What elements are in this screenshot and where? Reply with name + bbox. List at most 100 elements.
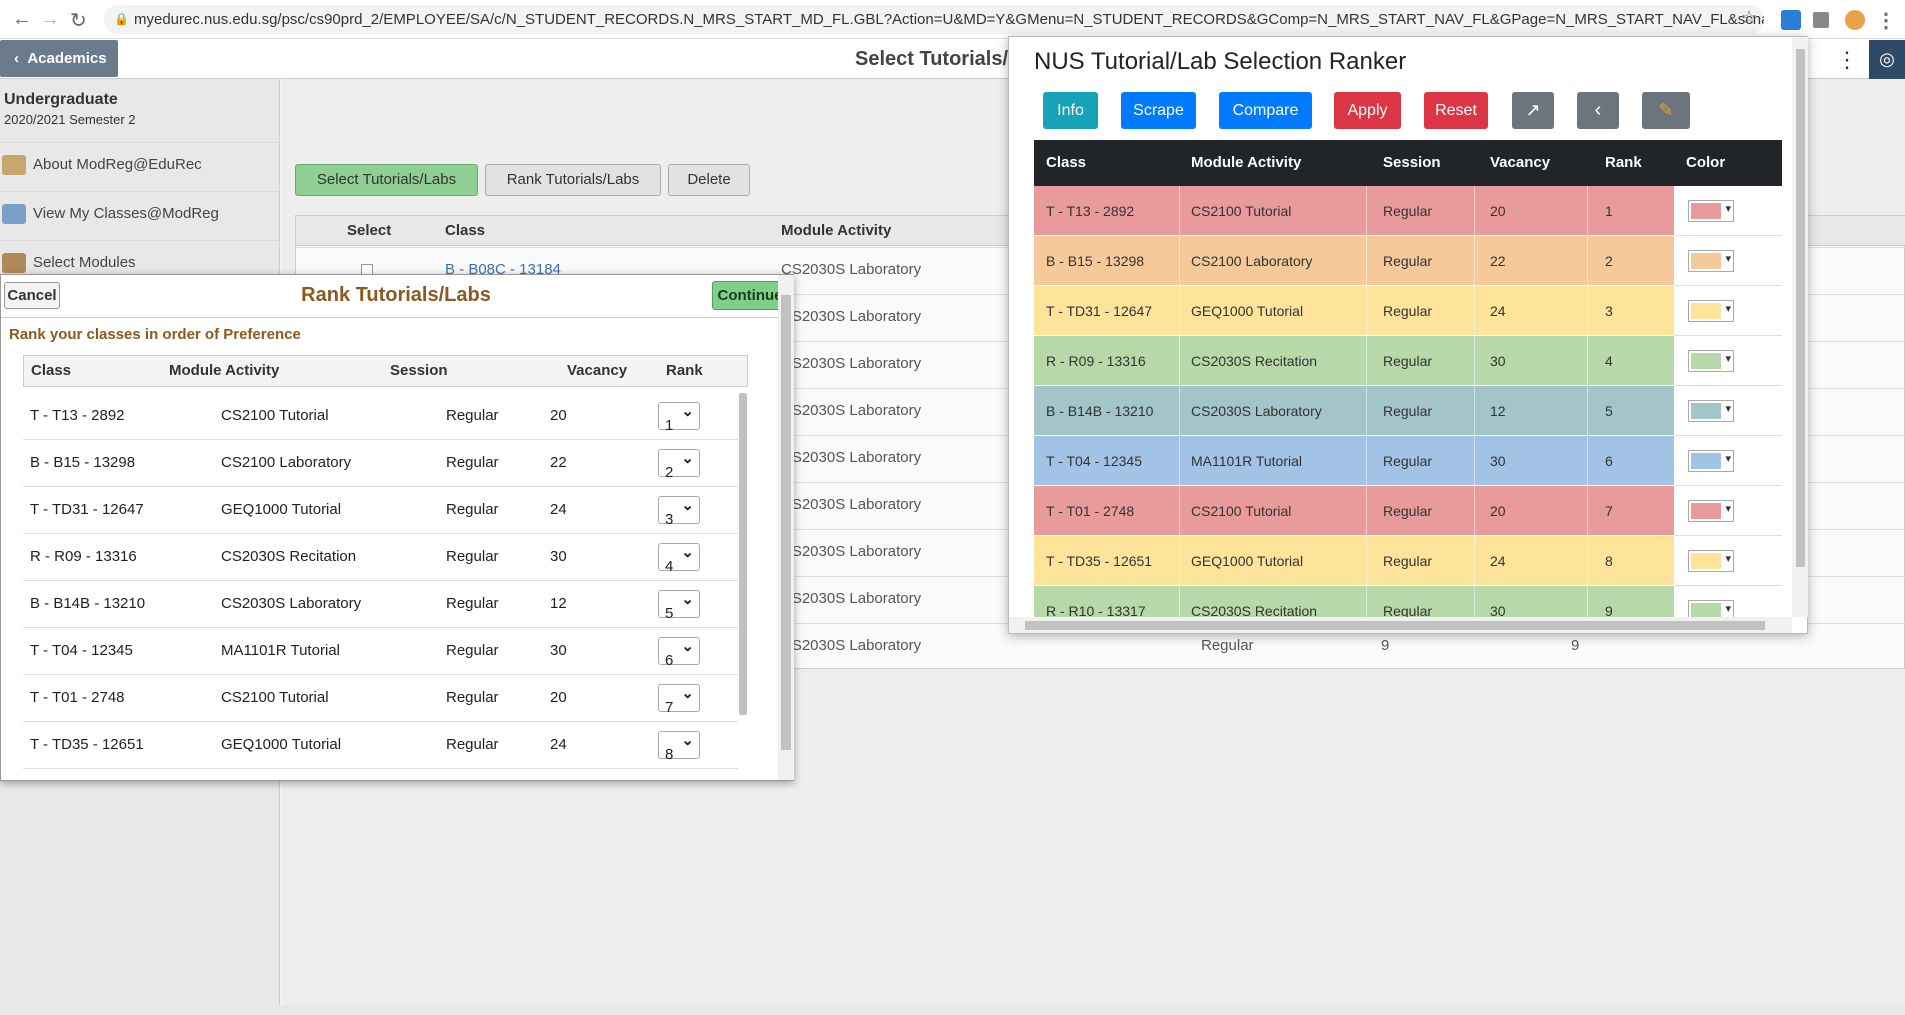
vacancy-cell: 22 [1490, 253, 1506, 269]
cell-divider [1587, 186, 1588, 236]
ranker-table-row[interactable]: T - TD31 - 12647 GEQ1000 Tutorial Regular 2… [1034, 286, 1782, 336]
rank-cell: 5 [1605, 403, 1613, 419]
bookmark-star-icon[interactable]: ☆ [1741, 7, 1757, 28]
column-header-class: Class [1046, 154, 1087, 171]
color-picker[interactable]: ▾ [1688, 350, 1734, 372]
color-picker[interactable]: ▾ [1688, 550, 1734, 572]
ranker-table-row[interactable]: R - R09 - 13316 CS2030S Recitation Regular… [1034, 336, 1782, 386]
reset-button[interactable]: Reset [1424, 92, 1488, 129]
session-cell: Regular [1383, 353, 1433, 369]
cell-divider [1179, 436, 1180, 486]
sidebar-item-view-classes[interactable]: View My Classes@ModReg [0, 191, 280, 235]
rank-select[interactable]: 2 [658, 446, 700, 481]
sidebar-item-about[interactable]: About ModReg@EduRec [0, 142, 280, 186]
cell-divider [1474, 336, 1475, 386]
color-swatch [1691, 353, 1721, 369]
scrollbar-thumb[interactable] [1025, 621, 1765, 630]
ranker-table-row[interactable]: T - T04 - 12345 MA1101R Tutorial Regular 30… [1034, 436, 1782, 486]
color-swatch [1691, 453, 1721, 469]
extension-ranker-icon[interactable] [1781, 10, 1801, 30]
dialog-scrollbar[interactable] [778, 275, 794, 780]
popout-icon[interactable]: ↗ [1512, 92, 1554, 129]
forward-arrow-icon[interactable]: → [40, 8, 60, 31]
rank-select[interactable]: 6 [658, 634, 700, 669]
color-picker[interactable]: ▾ [1688, 500, 1734, 522]
ranker-table-row[interactable]: B - B14B - 13210 CS2030S Laboratory Regula… [1034, 386, 1782, 436]
column-header-color: Color [1686, 154, 1726, 171]
ranker-vertical-scrollbar[interactable] [1792, 37, 1808, 617]
term-label: 2020/2021 Semester 2 [4, 112, 136, 127]
rank-select[interactable]: 3 [658, 493, 700, 528]
color-picker[interactable]: ▾ [1688, 200, 1734, 222]
activity-cell: CS2030S Recitation [1191, 353, 1318, 369]
ranker-table-row[interactable]: T - T01 - 2748 CS2100 Tutorial Regular 20 7 ▾ [1034, 486, 1782, 536]
browser-toolbar: ← → ↻ 🔒 myedurec.nus.edu.sg/psc/cs90prd_… [0, 0, 1905, 39]
browser-menu-icon[interactable]: ⋮ [1876, 8, 1896, 33]
compare-button[interactable]: Compare [1219, 92, 1312, 129]
continue-button[interactable]: Continue [712, 281, 788, 310]
cell-divider [1587, 236, 1588, 286]
lock-icon: 🔒 [114, 12, 129, 26]
session-cell: Regular [1201, 637, 1254, 654]
rank-cell: 9 [1571, 637, 1580, 654]
rank-table-row: T - TD31 - 12647 GEQ1000 Tutorial Regular 2… [23, 487, 738, 534]
session-cell: Regular [1383, 303, 1433, 319]
vacancy-cell: 24 [1490, 553, 1506, 569]
rank-table-row: R - R09 - 13316 CS2030S Recitation Regular… [23, 534, 738, 581]
rank-select[interactable]: 5 [658, 587, 700, 622]
class-cell: B - B15 - 13298 [1046, 253, 1145, 269]
tab-select-tutorials[interactable]: Select Tutorials/Labs [295, 164, 478, 196]
scrape-button[interactable]: Scrape [1121, 92, 1196, 129]
reload-icon[interactable]: ↻ [70, 8, 87, 33]
delete-button[interactable]: Delete [668, 164, 750, 196]
activity-cell: CS2030S Laboratory [781, 496, 922, 513]
actions-menu-icon[interactable]: ⋮ [1836, 47, 1858, 73]
back-arrow-icon[interactable]: ← [12, 8, 32, 31]
vacancy-cell: 24 [550, 736, 567, 753]
cell-divider [1366, 286, 1367, 336]
color-cell: ▾ [1674, 286, 1782, 336]
color-picker[interactable]: ▾ [1688, 400, 1734, 422]
address-bar[interactable]: 🔒 myedurec.nus.edu.sg/psc/cs90prd_2/EMPL… [104, 5, 1764, 34]
info-button[interactable]: Info [1043, 92, 1098, 129]
ranker-table-row[interactable]: B - B15 - 13298 CS2100 Laboratory Regular 2… [1034, 236, 1782, 286]
session-cell: Regular [1383, 453, 1433, 469]
vacancy-cell: 22 [550, 454, 567, 471]
rank-select[interactable]: 7 [658, 681, 700, 716]
rank-cell: 4 [1605, 353, 1613, 369]
ranker-table-row[interactable]: T - T13 - 2892 CS2100 Tutorial Regular 20 1 ▾ [1034, 186, 1782, 236]
color-picker[interactable]: ▾ [1688, 250, 1734, 272]
profile-avatar-icon[interactable] [1845, 10, 1865, 30]
cell-divider [1474, 386, 1475, 436]
vacancy-cell: 20 [550, 407, 567, 424]
pencil-icon[interactable]: ✎ [1642, 92, 1690, 129]
column-header-activity: Module Activity [1191, 154, 1302, 171]
extensions-puzzle-icon[interactable] [1813, 12, 1829, 28]
dropdown-arrow-icon: ▾ [1725, 303, 1731, 315]
ranker-table-row[interactable]: R - R10 - 13317 CS2030S Recitation Regular… [1034, 586, 1782, 620]
color-picker[interactable]: ▾ [1688, 450, 1734, 472]
scrollbar-thumb[interactable] [781, 295, 791, 750]
ranker-horizontal-scrollbar[interactable] [1009, 617, 1792, 633]
academics-back-button[interactable]: ‹ Academics [0, 40, 118, 77]
inner-scrollbar[interactable] [739, 393, 747, 715]
session-cell: Regular [446, 689, 499, 706]
scrollbar-thumb[interactable] [1796, 49, 1805, 567]
cell-divider [1179, 336, 1180, 386]
rank-select[interactable]: 4 [658, 540, 700, 575]
taskbar [0, 1005, 1905, 1015]
collapse-chevron-icon[interactable]: ‹ [1577, 92, 1619, 129]
navbar-compass-icon[interactable]: ◎ [1869, 40, 1905, 79]
session-cell: Regular [1383, 203, 1433, 219]
column-header-select: Select [347, 222, 392, 239]
rank-select-value: 8 [665, 746, 674, 763]
cell-divider [1474, 186, 1475, 236]
apply-button[interactable]: Apply [1334, 92, 1401, 129]
cell-divider [1587, 586, 1588, 620]
rank-select[interactable]: 1 [658, 399, 700, 434]
ranker-table-row[interactable]: T - TD35 - 12651 GEQ1000 Tutorial Regular 2… [1034, 536, 1782, 586]
color-picker[interactable]: ▾ [1688, 300, 1734, 322]
dropdown-arrow-icon: ▾ [1725, 253, 1731, 265]
tab-rank-tutorials[interactable]: Rank Tutorials/Labs [485, 164, 661, 196]
rank-select[interactable]: 8 [658, 728, 700, 763]
